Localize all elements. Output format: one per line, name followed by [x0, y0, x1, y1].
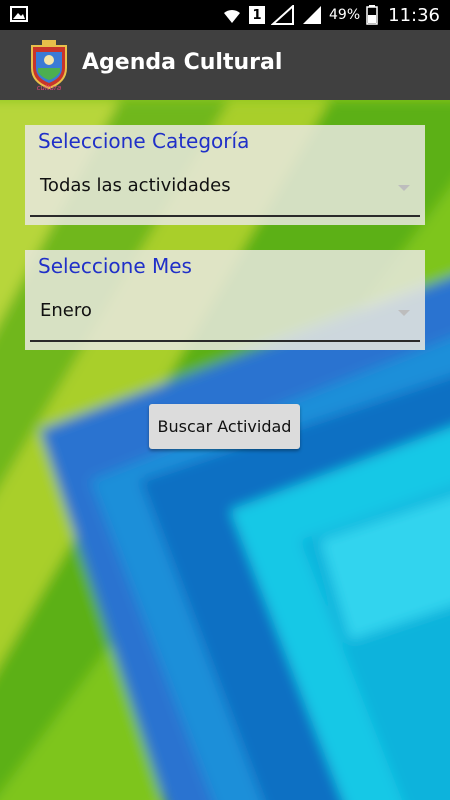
coat-of-arms-logo: cultura [31, 40, 67, 92]
signal-icon [303, 6, 321, 24]
dropdown-arrow-icon [398, 310, 410, 316]
search-activity-button[interactable]: Buscar Actividad [149, 404, 300, 449]
signal-icon [271, 5, 294, 25]
battery-icon [366, 5, 378, 25]
status-bar: 1 49% 11:36 [0, 0, 450, 30]
status-indicators: 1 49% 11:36 [221, 0, 440, 30]
sim-slot-badge: 1 [249, 6, 265, 24]
category-label: Seleccione Categoría [38, 129, 250, 153]
dropdown-arrow-icon [398, 185, 410, 191]
month-label: Seleccione Mes [38, 254, 192, 278]
clock: 11:36 [388, 4, 440, 26]
month-card: Seleccione Mes Enero [25, 250, 425, 350]
dropdown-underline [30, 215, 420, 217]
app-title: Agenda Cultural [82, 50, 283, 75]
category-dropdown[interactable]: Todas las actividades [30, 171, 420, 219]
category-card: Seleccione Categoría Todas las actividad… [25, 125, 425, 225]
month-dropdown[interactable]: Enero [30, 296, 420, 344]
app-bar: cultura Agenda Cultural [0, 30, 450, 100]
image-icon [10, 6, 28, 22]
svg-text:cultura: cultura [37, 84, 62, 92]
category-selected-value: Todas las actividades [40, 175, 231, 196]
month-selected-value: Enero [40, 300, 92, 321]
wifi-icon [224, 9, 240, 23]
dropdown-underline [30, 340, 420, 342]
battery-percent: 49% [329, 7, 361, 23]
